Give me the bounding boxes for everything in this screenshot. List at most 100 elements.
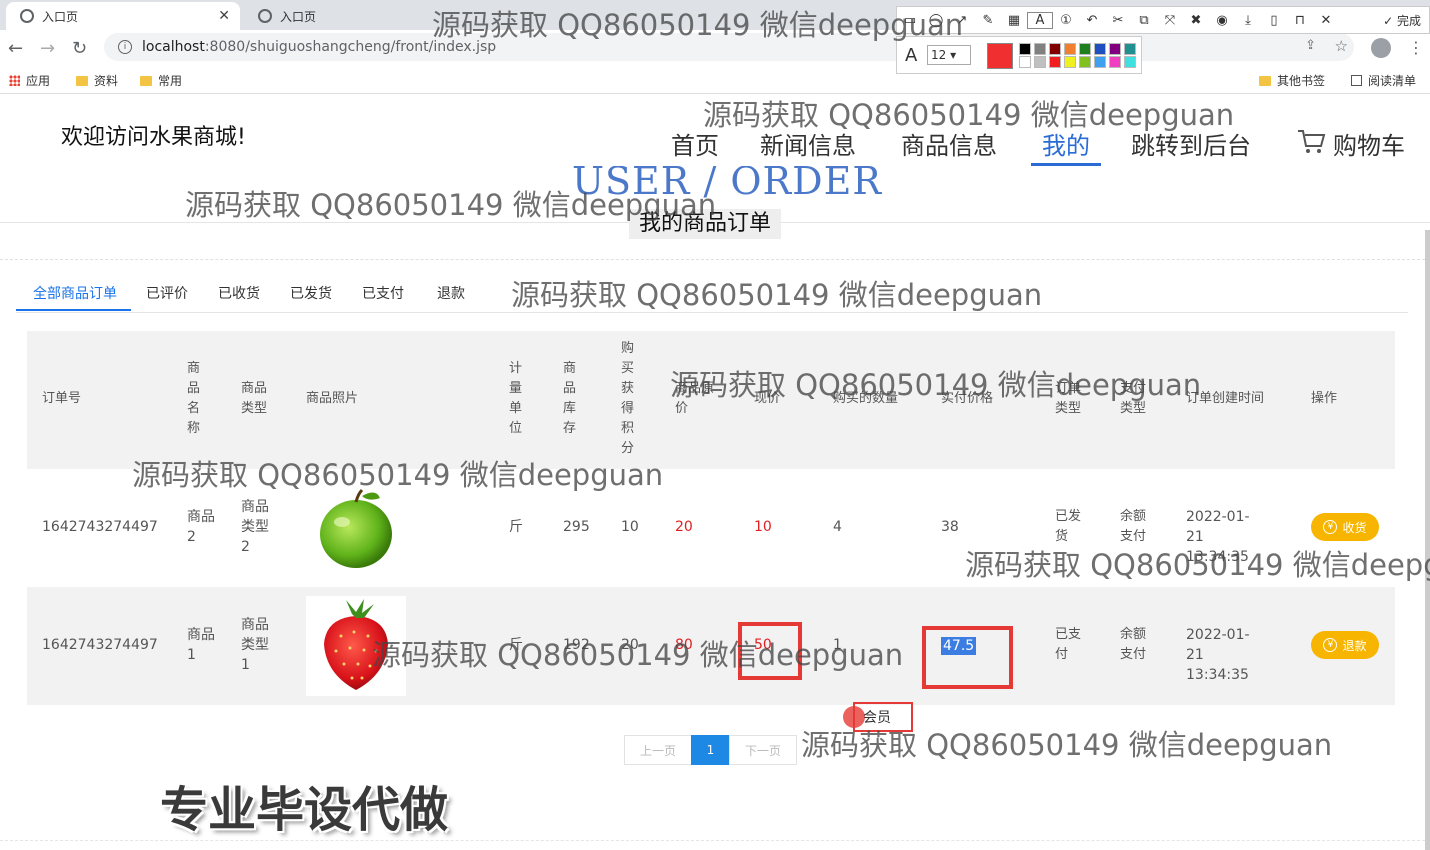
- cart-icon[interactable]: [1296, 126, 1326, 156]
- col-order-no: 订单号: [42, 391, 82, 406]
- nav-cart[interactable]: 购物车: [1333, 126, 1405, 161]
- col-unit: 计量单位: [509, 361, 523, 436]
- watermark-clip: 源码获取 QQ86050149 微信deepguan: [965, 542, 1430, 584]
- cut-tool-icon[interactable]: ✂: [1105, 13, 1131, 28]
- color-swatch[interactable]: [1094, 56, 1106, 68]
- color-swatch[interactable]: [1064, 56, 1076, 68]
- tab-all-orders[interactable]: 全部商品订单: [33, 283, 117, 303]
- cell-stock: 295: [563, 519, 590, 535]
- nav-products[interactable]: 商品信息: [901, 126, 997, 161]
- annotation-text: 会员: [863, 710, 891, 726]
- done-button[interactable]: ✓ 完成: [1383, 12, 1421, 29]
- color-swatch[interactable]: [1094, 43, 1106, 55]
- section-title: 我的商品订单: [629, 209, 782, 239]
- forward-arrow-icon[interactable]: →: [40, 38, 55, 59]
- bookmark-folder-changyong[interactable]: 常用: [140, 72, 182, 89]
- font-size-value: 12: [931, 48, 947, 62]
- cell-pay-type: 余额支付: [1120, 509, 1147, 544]
- page-scrollbar[interactable]: [1425, 230, 1430, 850]
- ellipse-tool-icon[interactable]: ◯: [923, 13, 949, 28]
- refund-button[interactable]: ¥ 退款: [1311, 631, 1379, 659]
- crop-tool-icon[interactable]: ⤧: [1157, 13, 1183, 28]
- share-icon[interactable]: ⇪: [1305, 38, 1316, 53]
- font-size-select[interactable]: 12 ▾: [927, 45, 971, 65]
- cell-order-type: 已发货: [1055, 509, 1082, 544]
- pin-icon[interactable]: ✖: [1183, 13, 1209, 28]
- color-swatch[interactable]: [1079, 43, 1091, 55]
- back-arrow-icon[interactable]: ←: [8, 38, 23, 59]
- profile-avatar[interactable]: [1371, 38, 1391, 58]
- browser-tab-active[interactable]: 入口页 ✕: [6, 2, 240, 30]
- rectangle-tool-icon[interactable]: ▭: [897, 13, 923, 28]
- mosaic-tool-icon[interactable]: ▦: [1001, 13, 1027, 28]
- footer-divider: [0, 840, 1430, 841]
- nav-mine[interactable]: 我的: [1031, 126, 1101, 166]
- bookmark-label: 常用: [158, 74, 183, 88]
- bookmark-other[interactable]: 其他书签: [1259, 72, 1325, 89]
- tab-received[interactable]: 已收货: [218, 283, 260, 303]
- nav-news[interactable]: 新闻信息: [760, 126, 856, 161]
- color-swatch[interactable]: [1109, 56, 1121, 68]
- phone-icon[interactable]: ▯: [1261, 13, 1287, 28]
- nav-home[interactable]: 首页: [671, 126, 719, 161]
- bookmark-apps[interactable]: 应用: [9, 72, 50, 89]
- pen-tool-icon[interactable]: ✎: [975, 13, 1001, 28]
- cell-points: 20: [621, 637, 639, 653]
- col-created: 订单创建时间: [1186, 391, 1265, 406]
- color-swatch[interactable]: [1064, 43, 1076, 55]
- color-swatch[interactable]: [1049, 43, 1061, 55]
- site-info-icon[interactable]: i: [118, 40, 132, 54]
- translate-tool-icon[interactable]: ⧉: [1131, 13, 1157, 28]
- undo-icon[interactable]: ↶: [1079, 13, 1105, 28]
- col-qty: 购买的数量: [833, 391, 899, 406]
- bookmark-label: 其他书签: [1277, 74, 1326, 88]
- col-stock: 商品库存: [563, 361, 577, 436]
- bookmarks-bar: 应用 资料 常用 其他书签 阅读清单: [0, 66, 1430, 94]
- current-color-swatch[interactable]: [987, 43, 1013, 69]
- more-menu-icon[interactable]: ⋮: [1408, 38, 1424, 57]
- reload-icon[interactable]: ↻: [72, 38, 87, 59]
- arrow-tool-icon[interactable]: ↗: [949, 13, 975, 28]
- annotation-box-paid: [922, 626, 1013, 689]
- color-swatches: [1019, 43, 1139, 68]
- url-path: :8080/shuiguoshangcheng/front/index.jsp: [204, 39, 497, 55]
- welcome-text: 欢迎访问水果商城!: [61, 125, 246, 150]
- page-1-button[interactable]: 1: [691, 735, 730, 765]
- color-swatch[interactable]: [1124, 56, 1136, 68]
- star-icon[interactable]: ☆: [1335, 37, 1348, 55]
- strawberry-photo: [306, 596, 406, 696]
- section-divider: [0, 259, 1430, 260]
- folder-icon: [1259, 75, 1271, 86]
- cell-qty: 1: [833, 637, 842, 653]
- close-icon[interactable]: ✕: [1313, 13, 1339, 28]
- tab-reviewed[interactable]: 已评价: [146, 283, 188, 303]
- bookmark-folder-ziliao[interactable]: 资料: [76, 72, 118, 89]
- screenshot-toolbar: ▭ ◯ ↗ ✎ ▦ A ① ↶ ✂ ⧉ ⤧ ✖ ◉ ⤓ ▯ ⊓ ✕ ✓ 完成: [896, 6, 1430, 34]
- download-icon[interactable]: ⤓: [1235, 13, 1261, 28]
- nav-admin[interactable]: 跳转到后台: [1131, 126, 1251, 161]
- url-host: localhost: [142, 39, 205, 55]
- bookmark-reading-list[interactable]: 阅读清单: [1351, 72, 1416, 89]
- tab-close-icon[interactable]: ✕: [218, 8, 230, 24]
- color-swatch[interactable]: [1109, 43, 1121, 55]
- receive-button[interactable]: ¥ 收货: [1311, 513, 1379, 541]
- url-input[interactable]: i localhost:8080/shuiguoshangcheng/front…: [104, 33, 1354, 61]
- color-swatch[interactable]: [1079, 56, 1091, 68]
- tab-refund[interactable]: 退款: [437, 283, 465, 303]
- number-tool-icon[interactable]: ①: [1053, 13, 1079, 28]
- prev-page-button[interactable]: 上一页: [624, 735, 692, 765]
- color-swatch[interactable]: [1049, 56, 1061, 68]
- text-tool-icon[interactable]: A: [1027, 11, 1053, 29]
- color-swatch[interactable]: [1034, 43, 1046, 55]
- tab-paid[interactable]: 已支付: [362, 283, 404, 303]
- color-swatch[interactable]: [1019, 43, 1031, 55]
- bookmark-icon[interactable]: ⊓: [1287, 13, 1313, 28]
- color-swatch[interactable]: [1124, 43, 1136, 55]
- record-icon[interactable]: ◉: [1209, 13, 1235, 28]
- tab-shipped[interactable]: 已发货: [290, 283, 332, 303]
- browser-tab-inactive[interactable]: 入口页: [244, 2, 474, 30]
- color-swatch[interactable]: [1019, 56, 1031, 68]
- color-swatch[interactable]: [1034, 56, 1046, 68]
- yen-icon: ¥: [1323, 520, 1338, 534]
- next-page-button[interactable]: 下一页: [729, 735, 797, 765]
